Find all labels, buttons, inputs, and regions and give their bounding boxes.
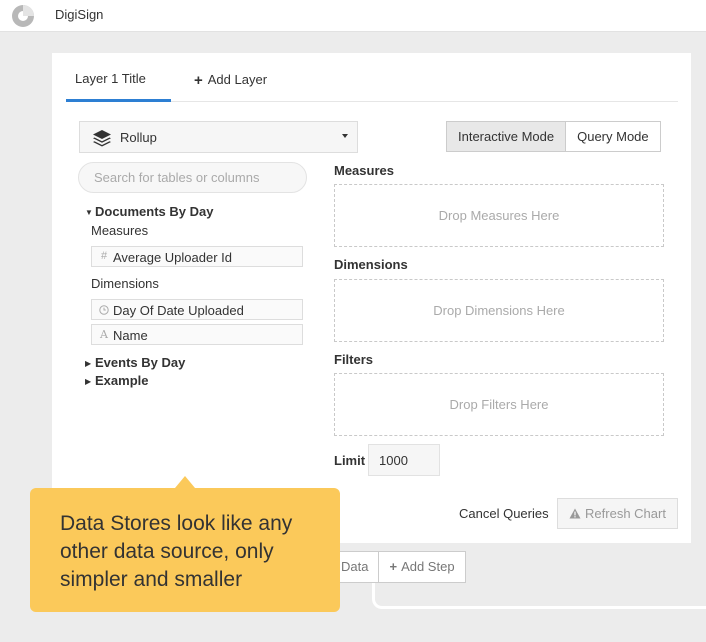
warning-icon bbox=[569, 508, 581, 519]
tab-layer-1[interactable]: Layer 1 Title bbox=[75, 71, 146, 86]
field-label: Day Of Date Uploaded bbox=[113, 303, 244, 318]
filters-section-label: Filters bbox=[334, 352, 374, 367]
field-label: Name bbox=[113, 328, 148, 343]
filters-drop-zone[interactable]: Drop Filters Here bbox=[334, 373, 664, 436]
refresh-chart-label: Refresh Chart bbox=[585, 506, 666, 521]
data-source-value: Rollup bbox=[120, 130, 157, 145]
add-step-button[interactable]: + Add Step bbox=[379, 551, 466, 583]
measures-drop-zone[interactable]: Drop Measures Here bbox=[334, 184, 664, 247]
layer-panel: Layer 1 Title + Add Layer Rollup Interact… bbox=[52, 53, 691, 543]
dimensions-section-label: Dimensions bbox=[334, 257, 408, 272]
active-tab-indicator bbox=[66, 99, 171, 102]
tree-node-label: Example bbox=[95, 373, 149, 388]
app-logo-icon bbox=[12, 5, 34, 27]
tree-node-documents-by-day[interactable]: ▼ Documents By Day bbox=[85, 204, 213, 219]
interactive-mode-button[interactable]: Interactive Mode bbox=[446, 121, 567, 152]
add-step-label: Add Step bbox=[401, 559, 455, 574]
measures-group-label: Measures bbox=[91, 223, 149, 238]
app-title: DigiSign bbox=[55, 7, 104, 22]
field-label: Average Uploader Id bbox=[113, 250, 233, 265]
plus-icon: + bbox=[194, 72, 203, 89]
step-buttons: Data + Add Step bbox=[330, 551, 466, 583]
plus-icon: + bbox=[389, 559, 398, 574]
add-layer-label: Add Layer bbox=[207, 72, 268, 87]
field-name[interactable]: A Name bbox=[91, 324, 303, 345]
layers-icon bbox=[93, 130, 111, 147]
clock-icon bbox=[99, 305, 109, 315]
tree-node-label: Events By Day bbox=[95, 355, 186, 370]
flow-connector bbox=[372, 583, 706, 609]
refresh-chart-button[interactable]: Refresh Chart bbox=[557, 498, 678, 529]
chevron-down-icon bbox=[342, 134, 348, 138]
dimensions-drop-zone[interactable]: Drop Dimensions Here bbox=[334, 279, 664, 342]
number-icon: # bbox=[100, 250, 108, 262]
tree-node-example[interactable]: ▶ Example bbox=[85, 373, 148, 388]
measures-section-label: Measures bbox=[334, 163, 394, 178]
tooltip-line: simpler and smaller bbox=[60, 568, 243, 591]
field-average-uploader-id[interactable]: # Average Uploader Id bbox=[91, 246, 303, 267]
text-type-icon: A bbox=[100, 328, 108, 341]
limit-label: Limit bbox=[334, 453, 366, 468]
data-source-select[interactable]: Rollup bbox=[79, 121, 358, 153]
cancel-queries-link[interactable]: Cancel Queries bbox=[459, 506, 549, 521]
tooltip-line: Data Stores look like any bbox=[60, 512, 293, 535]
layer-tabs: Layer 1 Title + Add Layer bbox=[66, 53, 678, 102]
tooltip-arrow bbox=[175, 476, 195, 488]
tooltip-line: other data source, only bbox=[60, 540, 274, 563]
caret-right-icon: ▶ bbox=[85, 377, 92, 386]
limit-input[interactable] bbox=[368, 444, 440, 476]
add-layer-tab[interactable]: + Add Layer bbox=[194, 71, 268, 89]
field-day-of-date-uploaded[interactable]: Day Of Date Uploaded bbox=[91, 299, 303, 320]
caret-down-icon: ▼ bbox=[85, 208, 93, 217]
table-search-input[interactable] bbox=[78, 162, 307, 193]
tree-node-events-by-day[interactable]: ▶ Events By Day bbox=[85, 355, 185, 370]
top-bar: DigiSign bbox=[0, 0, 706, 32]
dimensions-group-label: Dimensions bbox=[91, 276, 159, 291]
caret-right-icon: ▶ bbox=[85, 359, 92, 368]
mode-toggle: Interactive Mode Query Mode bbox=[446, 121, 661, 152]
onboarding-tooltip: Data Stores look like any other data sou… bbox=[30, 488, 340, 612]
query-mode-button[interactable]: Query Mode bbox=[566, 121, 661, 152]
tree-node-label: Documents By Day bbox=[95, 204, 214, 219]
